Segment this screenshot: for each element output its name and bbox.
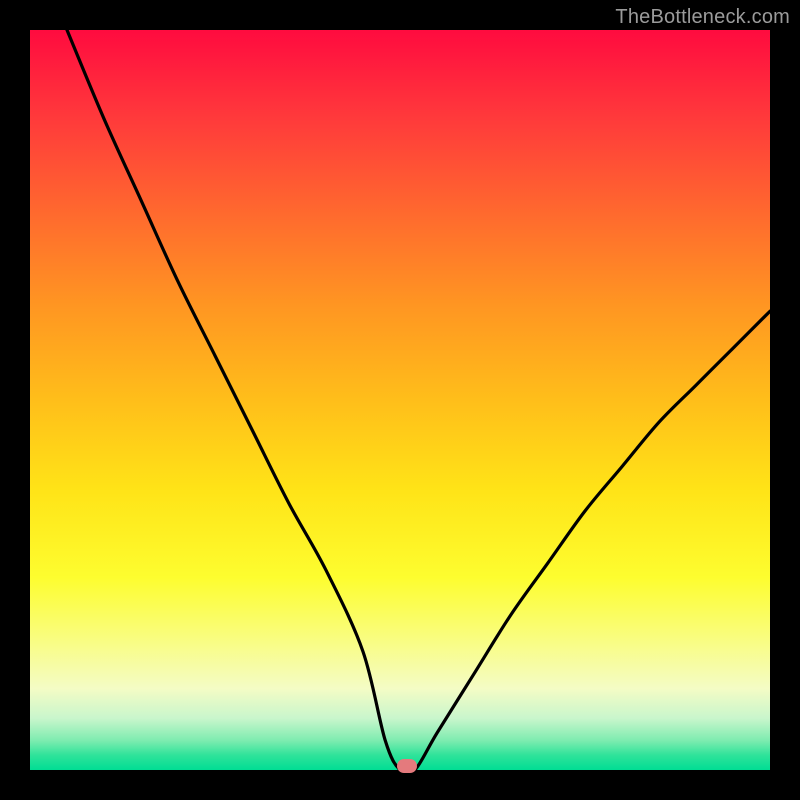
plot-area <box>30 30 770 770</box>
bottleneck-chart: TheBottleneck.com <box>0 0 800 800</box>
watermark-text: TheBottleneck.com <box>615 6 790 29</box>
optimal-point-marker <box>397 759 417 773</box>
bottleneck-curve <box>30 30 770 770</box>
